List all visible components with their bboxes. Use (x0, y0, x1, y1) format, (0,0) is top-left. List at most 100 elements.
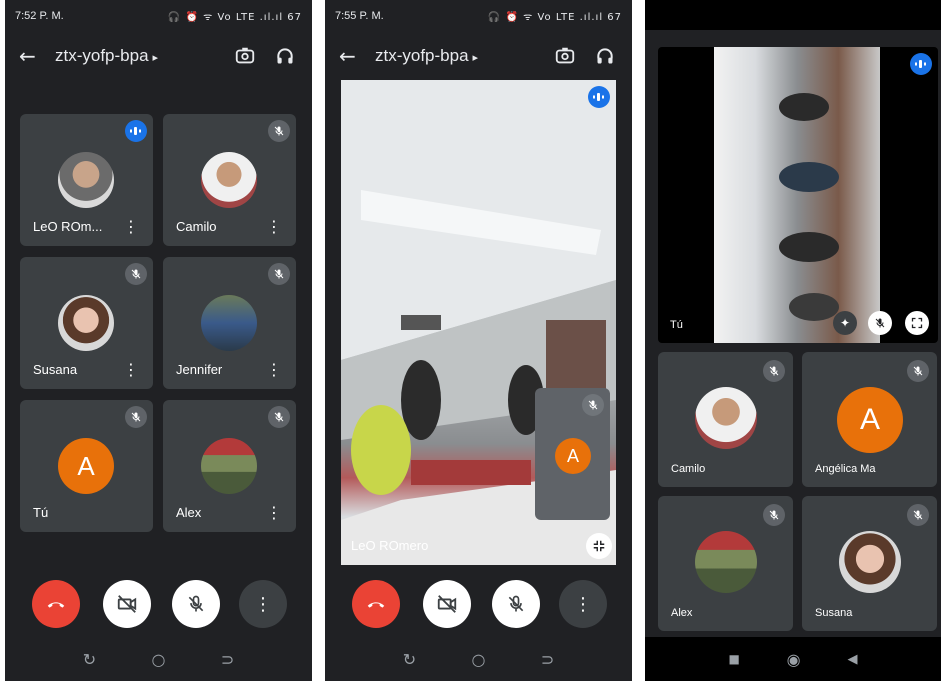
participant-tile[interactable]: A Tú (20, 400, 153, 532)
fullscreen-button[interactable] (905, 311, 929, 335)
more-options-button[interactable]: ⋮ (239, 580, 287, 628)
home-icon[interactable]: ○ (472, 650, 486, 669)
self-video-image (714, 47, 880, 343)
sparkle-icon: ✦ (839, 316, 851, 330)
end-call-icon (47, 602, 65, 608)
switch-camera-icon[interactable] (232, 43, 258, 69)
self-preview-tile[interactable]: A (535, 388, 610, 520)
participant-avatar (58, 295, 114, 351)
more-vert-icon[interactable]: ⋮ (266, 360, 282, 379)
end-call-button[interactable] (352, 580, 400, 628)
call-controls: ⋮ (5, 580, 312, 628)
back-nav-icon[interactable]: ⊃ (221, 650, 234, 669)
main-video-name: LeO ROmero (351, 538, 429, 553)
meeting-title[interactable]: ztx-yofp-bpa ▸ (375, 46, 538, 66)
mic-off-icon (188, 595, 204, 612)
phone-screen-grid: 7:52 P. M. 🎧 ⏰ ᯤ Vo LTE .ıl.ıl 67 ← ztx-… (5, 0, 312, 681)
camera-off-icon (117, 595, 137, 613)
back-arrow-icon[interactable]: ← (19, 44, 55, 68)
end-call-icon (367, 602, 385, 608)
participant-avatar (201, 152, 257, 208)
meeting-header: ← ztx-yofp-bpa ▸ (5, 36, 312, 76)
phone-screen-spotlight: 7:55 P. M. 🎧 ⏰ ᯤ Vo LTE .ıl.ıl 67 ← ztx-… (325, 0, 632, 681)
participant-tile[interactable]: Alex ⋮ (163, 400, 296, 532)
mic-toggle-button[interactable] (492, 580, 540, 628)
participant-tile[interactable]: Susana ⋮ (20, 257, 153, 389)
more-vert-icon[interactable]: ⋮ (123, 360, 139, 379)
mic-off-icon (268, 406, 290, 428)
meeting-code: ztx-yofp-bpa (55, 46, 149, 65)
recents-icon[interactable]: ↻ (83, 650, 96, 669)
participant-avatar (695, 387, 757, 449)
exit-fullscreen-button[interactable] (586, 533, 612, 559)
home-icon[interactable]: ◉ (787, 650, 801, 669)
mic-off-icon (268, 263, 290, 285)
participant-name: Alex (671, 607, 693, 619)
recents-icon[interactable]: ↻ (403, 650, 416, 669)
speaking-indicator-icon (588, 86, 610, 108)
recents-icon[interactable]: ■ (728, 652, 739, 666)
status-time: 7:52 P. M. (15, 10, 64, 22)
camera-off-icon (437, 595, 457, 613)
participant-tile[interactable]: Susana (802, 496, 937, 631)
status-bar: 7:55 P. M. 🎧 ⏰ ᯤ Vo LTE .ıl.ıl 67 (325, 0, 632, 32)
mic-toggle-small-button[interactable] (868, 311, 892, 335)
switch-camera-icon[interactable] (552, 43, 578, 69)
participant-avatar (201, 438, 257, 494)
participant-name: LeO ROm... (33, 219, 103, 234)
participant-name: Camilo (176, 219, 217, 234)
mic-toggle-button[interactable] (172, 580, 220, 628)
phone-screen-landscape: Tú ✦ Camilo A Angélica Ma Alex Susana ■ … (645, 0, 941, 681)
mic-off-icon (763, 360, 785, 382)
mic-off-icon (125, 263, 147, 285)
home-icon[interactable]: ○ (152, 650, 166, 669)
participant-avatar (201, 295, 257, 351)
participant-tile[interactable]: A Angélica Ma (802, 352, 937, 487)
status-bar (645, 0, 941, 30)
headphones-icon[interactable] (592, 43, 618, 69)
participant-name: Angélica Ma (815, 463, 876, 475)
participant-name: Susana (33, 362, 78, 377)
back-arrow-icon[interactable]: ← (339, 44, 375, 68)
participant-avatar: A (58, 438, 114, 494)
caret-right-icon: ▸ (472, 52, 479, 64)
participant-avatar: A (837, 387, 903, 453)
camera-toggle-button[interactable] (103, 580, 151, 628)
headphones-icon[interactable] (272, 43, 298, 69)
more-vert-icon: ⋮ (574, 593, 592, 615)
more-vert-icon[interactable]: ⋮ (266, 503, 282, 522)
status-icons: 🎧 ⏰ ᯤ Vo LTE .ıl.ıl 67 (487, 12, 622, 23)
participant-avatar (58, 152, 114, 208)
call-controls: ⋮ (325, 580, 632, 628)
status-time: 7:55 P. M. (335, 10, 384, 22)
speaking-indicator-icon (910, 53, 932, 75)
participant-name: Tú (33, 505, 49, 520)
mic-off-icon (582, 394, 604, 416)
participant-avatar (839, 531, 901, 593)
end-call-button[interactable] (32, 580, 80, 628)
meeting-title[interactable]: ztx-yofp-bpa ▸ (55, 46, 218, 66)
more-options-button[interactable]: ⋮ (559, 580, 607, 628)
participant-name: Jennifer (176, 362, 223, 377)
mic-off-icon (268, 120, 290, 142)
mic-off-icon (875, 318, 885, 328)
android-nav-bar: ■ ◉ ◀ (645, 637, 941, 681)
participant-tile[interactable]: Camilo ⋮ (163, 114, 296, 246)
self-video-feed[interactable]: Tú ✦ (658, 47, 938, 343)
effects-button[interactable]: ✦ (833, 311, 857, 335)
participant-tile[interactable]: Camilo (658, 352, 793, 487)
meeting-header: ← ztx-yofp-bpa ▸ (325, 36, 632, 76)
participant-tile[interactable]: Jennifer ⋮ (163, 257, 296, 389)
exit-fullscreen-icon (593, 540, 605, 552)
mic-off-icon (907, 360, 929, 382)
more-vert-icon[interactable]: ⋮ (266, 217, 282, 236)
back-nav-icon[interactable]: ◀ (848, 652, 858, 667)
back-nav-icon[interactable]: ⊃ (541, 650, 554, 669)
android-nav-bar: ↻ ○ ⊃ (5, 637, 312, 681)
camera-toggle-button[interactable] (423, 580, 471, 628)
more-vert-icon[interactable]: ⋮ (123, 217, 139, 236)
more-vert-icon: ⋮ (254, 593, 272, 615)
participant-name: Alex (176, 505, 202, 520)
participant-tile[interactable]: LeO ROm... ⋮ (20, 114, 153, 246)
participant-tile[interactable]: Alex (658, 496, 793, 631)
